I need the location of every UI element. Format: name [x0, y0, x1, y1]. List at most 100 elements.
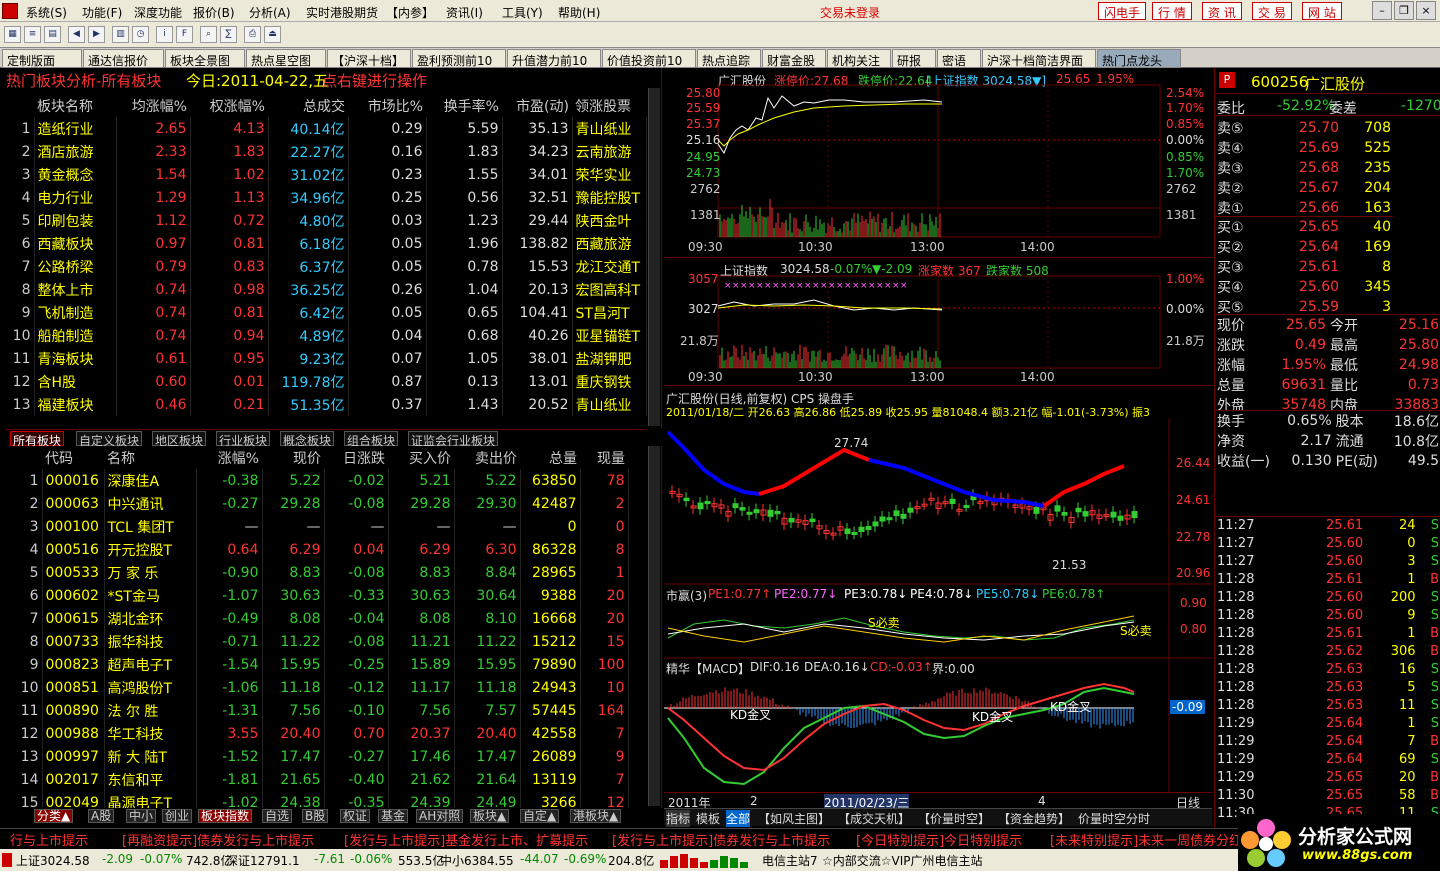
ktab-template[interactable]: 模板 — [696, 810, 720, 827]
tab-custom-layout[interactable]: 定制版面 — [2, 49, 82, 68]
stock-row[interactable]: 9 000823 超声电子T -1.54 15.95 -0.25 15.89 15.95 798… — [6, 653, 629, 676]
col-pct[interactable]: 涨幅% — [196, 446, 262, 469]
stock-row[interactable]: 7 000615 湖北金环 -0.49 8.08 -0.04 8.08 8.10 16668 20 — [6, 607, 629, 630]
sector-scrollbar[interactable] — [648, 88, 660, 426]
subtab-industry[interactable]: 行业板块 — [216, 431, 271, 448]
sector-row[interactable]: 9 飞机制造 0.74 0.81 6.42亿 0.05 0.65 104.41 ST昌河T — [6, 301, 647, 324]
position-icon[interactable]: P — [1219, 72, 1235, 88]
btab-fund[interactable]: 基金 — [378, 809, 409, 823]
stock-row[interactable]: 14 002017 东信和平 -1.81 21.65 -0.40 21.62 21.64 131… — [6, 768, 629, 791]
subtab-all[interactable]: 所有板块 — [10, 431, 65, 448]
menu-tools[interactable]: 工具(Y) — [502, 4, 543, 21]
col-avg-chg[interactable]: 均涨幅% — [116, 94, 190, 117]
menu-hk-futures[interactable]: 实时港股期货 — [306, 4, 378, 21]
col-name[interactable]: 名称 — [104, 446, 196, 469]
btab-watchlist[interactable]: 自选 — [262, 809, 293, 823]
btab-ah[interactable]: AH对照 — [416, 809, 464, 823]
stock-row[interactable]: 8 000733 振华科技 -0.71 11.22 -0.08 11.21 11.22 1521… — [6, 630, 629, 653]
sector-row[interactable]: 8 整体上市 0.74 0.98 36.25亿 0.26 1.04 20.13 宏图高科T — [6, 278, 647, 301]
website-button[interactable]: 网 站 — [1302, 2, 1342, 20]
toolbar-forward-icon[interactable]: ▶ — [88, 26, 105, 43]
col-daychg[interactable]: 日涨跌 — [324, 446, 388, 469]
toolbar-back-icon[interactable]: ◀ — [68, 26, 85, 43]
trade-button[interactable]: 交 易 — [1252, 2, 1292, 20]
subtab-combo[interactable]: 组合板块 — [344, 431, 399, 448]
col-turnover[interactable]: 总成交 — [268, 94, 348, 117]
btab-sme[interactable]: 中小 — [126, 809, 157, 823]
market-button[interactable]: 行 情 — [1152, 2, 1192, 20]
ktab-all[interactable]: 全部 — [726, 810, 751, 827]
stock-row[interactable]: 10 000851 高鸿股份T -1.06 11.18 -0.12 11.17 11.18 24… — [6, 676, 629, 699]
stock-row[interactable]: 4 000516 开元控股T 0.64 6.29 0.04 6.29 6.30 86328 8 — [6, 538, 629, 561]
sector-row[interactable]: 7 公路桥梁 0.79 0.83 6.37亿 0.05 0.78 15.53 龙江交通T — [6, 255, 647, 278]
intraday-chart[interactable]: 广汇股份 涨停价:27.68 跌停价:22.64 [上证指数 3024.58▼]… — [664, 68, 1212, 258]
ticker-item[interactable]: [未来特别提示]未来一周债券分红提 — [1050, 830, 1255, 848]
tab-level2[interactable]: 【沪深十档】 — [327, 49, 411, 68]
tab-research[interactable]: 研报 — [892, 49, 936, 68]
col-sector-name[interactable]: 板块名称 — [34, 94, 116, 117]
news-button[interactable]: 资 讯 — [1202, 2, 1242, 20]
btab-b-share[interactable]: B股 — [302, 809, 329, 823]
col-leader[interactable]: 领涨股票 — [572, 94, 646, 117]
tab-level2-simple[interactable]: 沪深十档简洁界面 — [982, 49, 1096, 68]
btab-sector[interactable]: 板块▲ — [470, 809, 510, 823]
toolbar-list-icon[interactable]: ≡ — [24, 26, 41, 43]
toolbar-kline-icon[interactable]: ▥ — [112, 26, 129, 43]
news-ticker[interactable]: 行与上市提示 [再融资提示]债券发行与上市提示 [发行与上市提示]基金发行上市、… — [0, 828, 1440, 848]
menu-news[interactable]: 资讯(I) — [446, 4, 483, 21]
tab-institution[interactable]: 机构关注 — [827, 49, 891, 68]
ktab-volume[interactable]: 【成交天机】 — [838, 810, 910, 827]
toolbar-search-icon[interactable]: ⌕ — [200, 26, 217, 43]
period-label[interactable]: 日线 — [1176, 794, 1200, 808]
ticker-item[interactable]: [再融资提示]债券发行与上市提示 — [122, 830, 314, 848]
menu-quote[interactable]: 报价(B) — [193, 4, 235, 21]
subtab-custom[interactable]: 自定义板块 — [76, 431, 143, 448]
menu-deep-function[interactable]: 深度功能 — [134, 4, 182, 21]
restore-icon[interactable]: ❐ — [1394, 1, 1414, 20]
toolbar-stat-icon[interactable]: ∑ — [220, 26, 237, 43]
btab-warrant[interactable]: 权证 — [340, 809, 371, 823]
close-icon[interactable]: × — [1416, 1, 1436, 20]
ticker-item[interactable]: 行与上市提示 — [10, 830, 88, 848]
ticker-item[interactable]: [今日特别提示]今日特别提示 — [856, 830, 1022, 848]
stock-row[interactable]: 12 000988 华工科技 3.55 20.40 0.70 20.37 20.40 42558… — [6, 722, 629, 745]
tab-secret[interactable]: 密语 — [937, 49, 981, 68]
stock-row[interactable]: 1 000016 深康佳A -0.38 5.22 -0.02 5.21 5.22 63850 78 — [6, 469, 629, 492]
stock-row[interactable]: 11 000890 法 尔 胜 -1.31 7.56 -0.10 7.56 7.57 57445… — [6, 699, 629, 722]
menu-insider[interactable]: 【内参】 — [386, 4, 434, 21]
tab-hot-starmap[interactable]: 热点星空图 — [246, 49, 326, 68]
stock-row[interactable]: 3 000100 TCL 集团T — — — — —0 0 — [6, 515, 629, 538]
server-name[interactable]: 电信主站7 — [762, 852, 818, 869]
sector-row[interactable]: 4 电力行业 1.29 1.13 34.96亿 0.25 0.56 32.51 豫能控股T — [6, 186, 647, 209]
toolbar-grid-icon[interactable]: ▦ — [4, 26, 21, 43]
sector-row[interactable]: 3 黄金概念 1.54 1.02 31.02亿 0.23 1.55 34.01 荣华实业 — [6, 163, 647, 186]
tab-sector-panorama[interactable]: 板块全景图 — [165, 49, 245, 68]
sector-row[interactable]: 10 船舶制造 0.74 0.94 4.89亿 0.04 0.68 40.26 亚星锚链T — [6, 324, 647, 347]
col-mkt-ratio[interactable]: 市场比% — [348, 94, 426, 117]
btab-a-share[interactable]: A股 — [88, 809, 115, 823]
tab-profit-forecast[interactable]: 盈利预测前10 — [412, 49, 506, 68]
stock-row[interactable]: 13 000997 新 大 陆T -1.52 17.47 -0.27 17.46 17.47 2… — [6, 745, 629, 768]
stock-row[interactable]: 5 000533 万 家 乐 -0.90 8.83 -0.08 8.83 8.84 28965 1 — [6, 561, 629, 584]
ticker-item[interactable]: [发行与上市提示]债券发行与上市提示 — [612, 830, 830, 848]
sector-row[interactable]: 12 含H股 0.60 0.01 119.78亿 0.87 0.13 13.01 重庆钢铁 — [6, 370, 647, 393]
sector-row[interactable]: 2 酒店旅游 2.33 1.83 22.27亿 0.16 1.83 34.23 云南旅游 — [6, 140, 647, 163]
toolbar-f10-icon[interactable]: F — [176, 26, 193, 43]
col-code[interactable]: 代码 — [42, 446, 104, 469]
col-pe[interactable]: 市盈(动) — [502, 94, 572, 117]
btab-sector-index[interactable]: 板块指数 — [198, 809, 253, 823]
btab-hk-sector[interactable]: 港板块▲ — [570, 809, 622, 823]
ktab-fund[interactable]: 【资金趋势】 — [998, 810, 1070, 827]
sector-row[interactable]: 5 印刷包装 1.12 0.72 4.80亿 0.03 1.23 29.44 陕西金叶 — [6, 209, 647, 232]
tab-value-invest[interactable]: 价值投资前10 — [602, 49, 696, 68]
sector-row[interactable]: 1 造纸行业 2.65 4.13 40.14亿 0.29 5.59 35.13 青山纸业 — [6, 117, 647, 140]
subtab-region[interactable]: 地区板块 — [152, 431, 207, 448]
tab-hot-leader[interactable]: 热门点龙头 — [1097, 49, 1181, 68]
ktab-indicator[interactable]: 指标 — [666, 810, 691, 827]
tab-hot-track[interactable]: 热点追踪 — [697, 49, 761, 68]
btab-category[interactable]: 分类▲ — [34, 809, 74, 823]
col-wt-chg[interactable]: 权涨幅% — [190, 94, 268, 117]
sector-row[interactable]: 11 青海板块 0.61 0.95 9.23亿 0.07 1.05 38.01 盐湖钾肥 — [6, 347, 647, 370]
tab-appreciation[interactable]: 升值潜力前10 — [507, 49, 601, 68]
btab-custom[interactable]: 自定▲ — [520, 809, 560, 823]
